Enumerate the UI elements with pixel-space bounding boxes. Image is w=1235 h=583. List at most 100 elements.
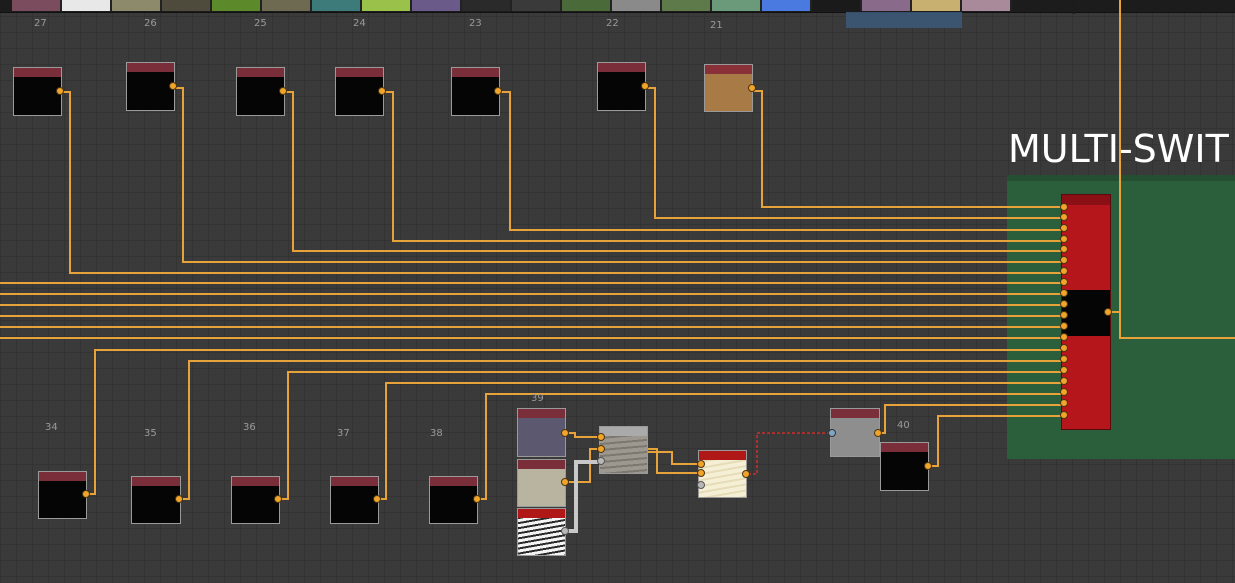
node-header (132, 477, 180, 486)
input-node[interactable] (880, 442, 929, 491)
port-dot[interactable] (924, 462, 932, 470)
port-dot[interactable] (597, 433, 605, 441)
port-dot[interactable] (494, 87, 502, 95)
port-dot[interactable] (1060, 203, 1068, 211)
node-id-label: 35 (144, 428, 157, 439)
input-node[interactable] (429, 476, 478, 524)
port-dot[interactable] (561, 429, 569, 437)
port-dot[interactable] (748, 84, 756, 92)
port-dot[interactable] (697, 469, 705, 477)
input-node[interactable] (236, 67, 285, 116)
node-id-label: 36 (243, 422, 256, 433)
port-dot[interactable] (561, 478, 569, 486)
wire (500, 91, 1062, 231)
node-id-label: 23 (469, 18, 482, 29)
port-dot[interactable] (1060, 399, 1068, 407)
port-dot[interactable] (274, 495, 282, 503)
port-dot[interactable] (1060, 213, 1068, 221)
port-dot[interactable] (1060, 267, 1068, 275)
input-node[interactable] (126, 62, 175, 111)
port-dot[interactable] (874, 429, 882, 437)
input-node[interactable] (38, 471, 87, 519)
node-header (39, 472, 86, 481)
node-header (600, 427, 647, 436)
node-id-label: 34 (45, 422, 58, 433)
gray-output-node[interactable] (830, 408, 880, 457)
node-header (127, 63, 174, 72)
port-dot[interactable] (1060, 311, 1068, 319)
node-id-label: 21 (710, 20, 723, 31)
node-header (518, 409, 565, 418)
node-header (598, 63, 645, 72)
input-node[interactable] (13, 67, 62, 116)
node-header (518, 460, 565, 469)
blend-node[interactable] (599, 426, 648, 474)
wood-texture-node[interactable] (698, 450, 747, 498)
port-dot[interactable] (561, 527, 569, 535)
node-header (336, 68, 383, 77)
noise-texture-node[interactable] (517, 508, 566, 556)
port-dot[interactable] (597, 445, 605, 453)
port-dot[interactable] (473, 495, 481, 503)
node-header (705, 65, 752, 74)
port-dot[interactable] (1060, 377, 1068, 385)
port-dot[interactable] (828, 429, 836, 437)
input-node[interactable] (597, 62, 646, 111)
port-dot[interactable] (169, 82, 177, 90)
switch-output-area (1062, 290, 1110, 336)
wire (566, 448, 599, 483)
node-header (831, 409, 879, 418)
node-header (1062, 195, 1110, 205)
port-dot[interactable] (175, 495, 183, 503)
port-dot[interactable] (56, 87, 64, 95)
node-id-label: 40 (897, 420, 910, 431)
input-node[interactable] (451, 67, 500, 116)
node-header (232, 477, 279, 486)
dashed-link (748, 432, 830, 475)
node-header (237, 68, 284, 77)
port-dot[interactable] (1060, 388, 1068, 396)
port-dot[interactable] (1060, 355, 1068, 363)
port-dot[interactable] (641, 82, 649, 90)
port-dot[interactable] (1060, 333, 1068, 341)
node-header (452, 68, 499, 77)
port-dot[interactable] (1060, 300, 1068, 308)
port-dot[interactable] (279, 87, 287, 95)
node-header (699, 451, 746, 460)
input-node-brown[interactable] (704, 64, 753, 112)
wire (175, 87, 1062, 263)
input-node[interactable] (330, 476, 379, 524)
port-dot[interactable] (1060, 344, 1068, 352)
beige-texture-node[interactable] (517, 459, 566, 507)
port-dot[interactable] (1060, 224, 1068, 232)
port-dot[interactable] (597, 457, 605, 465)
node-id-label: 38 (430, 428, 443, 439)
node-id-label: 24 (353, 18, 366, 29)
node-header (331, 477, 378, 486)
port-dot[interactable] (1060, 322, 1068, 330)
port-dot[interactable] (697, 460, 705, 468)
port-dot[interactable] (1060, 235, 1068, 243)
port-dot[interactable] (1060, 278, 1068, 286)
wire (754, 90, 1062, 208)
port-dot[interactable] (1060, 245, 1068, 253)
node-id-label: 22 (606, 18, 619, 29)
port-dot[interactable] (1060, 366, 1068, 374)
port-dot[interactable] (1104, 308, 1112, 316)
input-node[interactable] (335, 67, 384, 116)
wire (648, 451, 698, 465)
port-dot[interactable] (1060, 256, 1068, 264)
port-dot[interactable] (373, 495, 381, 503)
node-header (14, 68, 61, 77)
input-node[interactable] (131, 476, 181, 524)
purple-texture-node[interactable] (517, 408, 566, 457)
wire (62, 91, 1062, 274)
wire (280, 371, 1062, 500)
port-dot[interactable] (697, 481, 705, 489)
port-dot[interactable] (742, 470, 750, 478)
port-dot[interactable] (1060, 411, 1068, 419)
input-node[interactable] (231, 476, 280, 524)
port-dot[interactable] (378, 87, 386, 95)
port-dot[interactable] (82, 490, 90, 498)
port-dot[interactable] (1060, 289, 1068, 297)
